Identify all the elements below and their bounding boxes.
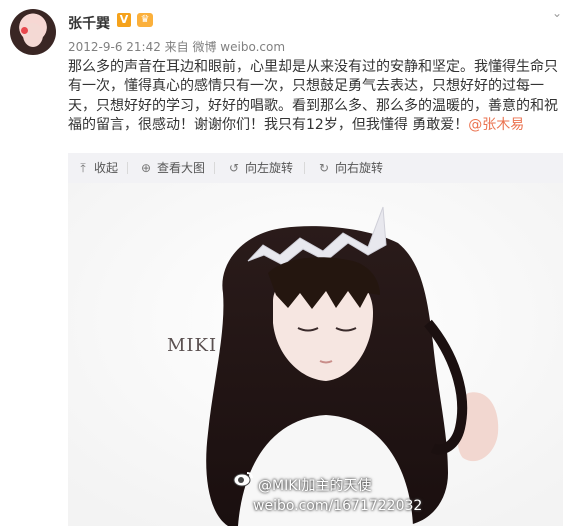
rotate-right-label: 向右旋转: [335, 161, 384, 175]
toolbar-divider: [304, 162, 305, 174]
mention-link[interactable]: @张木易: [468, 117, 524, 133]
view-large-label: 查看大图: [157, 161, 206, 175]
zoom-icon: ⊕: [140, 161, 152, 175]
image-title-text: MIKI: [167, 335, 218, 356]
collapse-button[interactable]: ⤒ 收起: [76, 153, 118, 183]
crown-icon[interactable]: ♛: [137, 13, 153, 27]
toolbar-divider: [127, 162, 128, 174]
avatar[interactable]: [10, 9, 56, 55]
post-content: 那么多的声音在耳边和眼前，心里却是从来没有过的安静和坚定。我懂得生命只有一次，懂…: [68, 58, 564, 135]
collapse-label: 收起: [94, 161, 119, 175]
collapse-icon: ⤒: [80, 161, 86, 175]
weibo-logo-icon: [233, 472, 253, 487]
rotate-left-icon: ↺: [228, 161, 240, 175]
toolbar-divider: [214, 162, 215, 174]
avatar-flower: [21, 27, 28, 34]
rotate-left-button[interactable]: ↺ 向左旋转: [227, 153, 293, 183]
image-watermark-url: weibo.com/1671722032: [253, 498, 423, 514]
author-name[interactable]: 张千巽: [68, 13, 110, 33]
post-image[interactable]: MIKI @MIKI加主的天使 weibo.com/1671722032: [68, 183, 563, 526]
image-toolbar: ⤒ 收起 ⊕ 查看大图 ↺ 向左旋转 ↻ 向右旋转: [68, 153, 563, 183]
post-meta[interactable]: 2012-9-6 21:42 来自 微博 weibo.com: [68, 38, 285, 55]
rotate-left-label: 向左旋转: [245, 161, 294, 175]
verified-badge-icon[interactable]: V: [117, 13, 131, 27]
image-watermark-handle: @MIKI加主的天使: [258, 478, 372, 494]
rotate-right-icon: ↻: [318, 161, 330, 175]
view-large-button[interactable]: ⊕ 查看大图: [139, 153, 205, 183]
rotate-right-button[interactable]: ↻ 向右旋转: [317, 153, 383, 183]
chevron-down-icon[interactable]: ⌄: [550, 6, 564, 20]
